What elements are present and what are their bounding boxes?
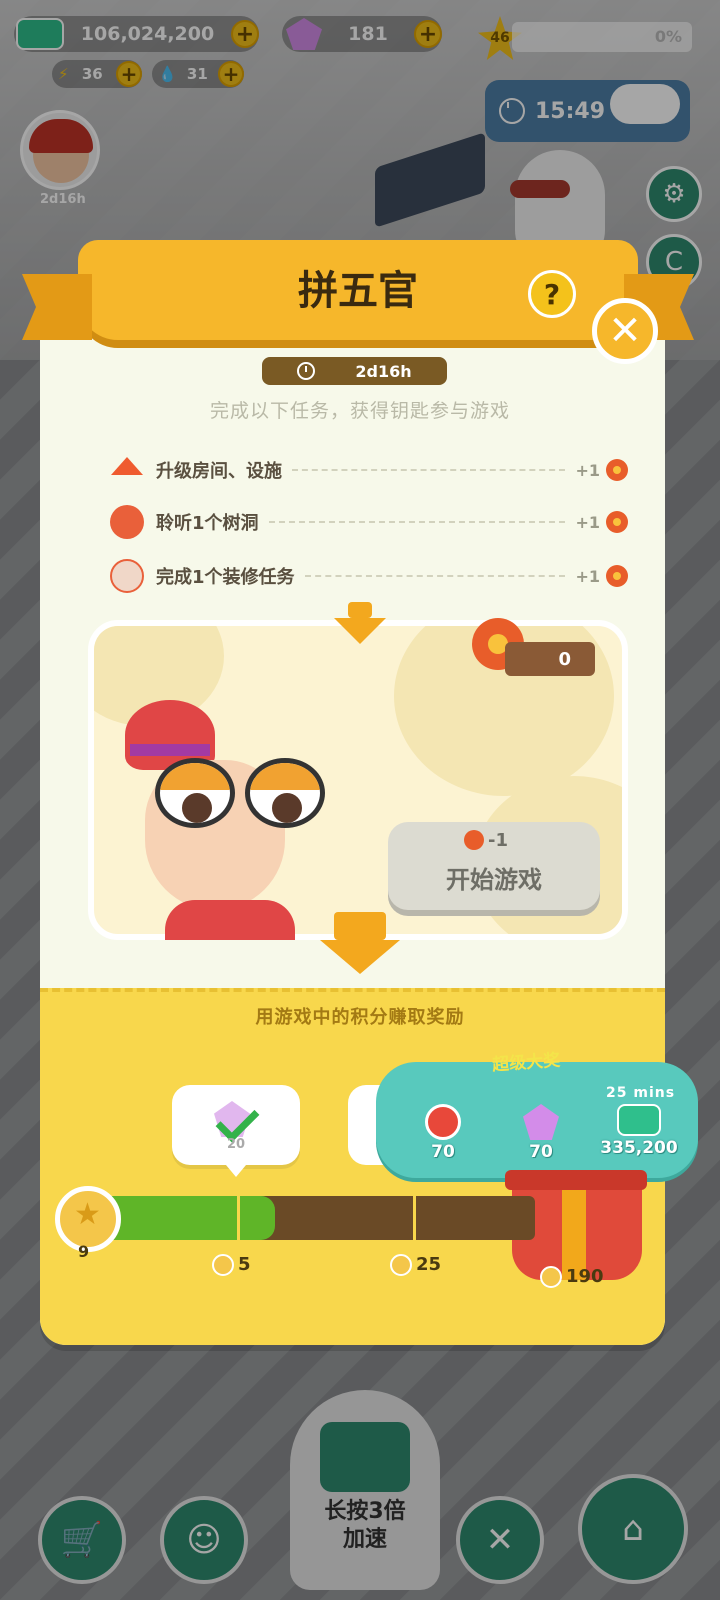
earn-rewards-label: 用游戏中的积分赚取奖励: [255, 1007, 465, 1028]
progress-fill: [95, 1196, 276, 1240]
current-points: 9: [78, 1242, 90, 1261]
task-row: 聆听1个树洞 +1: [108, 502, 628, 542]
milestone-label: 190: [566, 1266, 604, 1287]
character-body: [165, 900, 295, 940]
flower-icon: [425, 1104, 461, 1140]
prize-item: 335,200: [596, 1104, 682, 1158]
task-reward: +1: [575, 460, 600, 480]
prize-item: 70: [506, 1104, 576, 1162]
progress-tick: [237, 1196, 240, 1240]
task-divider: [268, 521, 566, 523]
clock-icon: [297, 362, 316, 380]
coin-icon: [212, 1254, 234, 1276]
down-arrow-icon: [334, 912, 386, 940]
event-countdown-value: 2d16h: [355, 361, 412, 381]
tree-hole-icon: [108, 503, 146, 541]
event-countdown: 2d16h: [262, 357, 447, 385]
milestone-label: 25: [416, 1254, 442, 1275]
points-progress-bar: [95, 1196, 535, 1240]
start-cost: -1: [488, 830, 508, 851]
super-prize-title: 超级大奖: [491, 1050, 561, 1076]
down-arrow-icon: [348, 602, 372, 618]
upgrade-arrow-icon: [108, 451, 146, 489]
super-prize-time: 25 mins: [606, 1085, 676, 1101]
task-label: 聆听1个树洞: [156, 513, 259, 534]
character-illustration: [105, 700, 355, 940]
reward-card-value: 20: [226, 1137, 246, 1152]
paint-roller-icon: [108, 557, 146, 595]
close-button[interactable]: ✕: [592, 298, 658, 364]
task-reward: +1: [575, 512, 600, 532]
keys-owned-value: 0: [558, 648, 571, 670]
reward-card[interactable]: 20: [172, 1085, 300, 1177]
milestone-label: 5: [238, 1254, 251, 1275]
prize-value: 70: [529, 1142, 553, 1162]
coin-icon: [540, 1266, 562, 1288]
prize-value: 335,200: [600, 1138, 678, 1158]
key-icon: [606, 511, 628, 533]
key-icon: [606, 459, 628, 481]
progress-tick: [413, 1196, 416, 1240]
task-label: 升级房间、设施: [156, 461, 282, 482]
key-icon: [606, 565, 628, 587]
prize-item: 70: [408, 1104, 478, 1162]
character-left-eye: [155, 758, 235, 828]
help-button[interactable]: ?: [528, 270, 576, 318]
gem-icon: [523, 1104, 559, 1140]
coin-icon: [390, 1254, 412, 1276]
down-arrow-icon: [320, 940, 400, 974]
task-label: 完成1个装修任务: [156, 567, 295, 588]
task-reward: +1: [575, 566, 600, 586]
down-arrow-icon: [334, 618, 386, 644]
task-divider: [292, 469, 566, 471]
gift-box-lid: [505, 1170, 647, 1190]
character-right-eye: [245, 758, 325, 828]
cash-icon: [617, 1104, 661, 1136]
task-row: 完成1个装修任务 +1: [108, 556, 628, 596]
keys-owned-counter: 0: [505, 642, 595, 676]
start-game-button[interactable]: -1 开始游戏: [388, 822, 600, 910]
character-hat-band: [130, 744, 210, 756]
task-row: 升级房间、设施 +1: [108, 450, 628, 490]
key-icon: [464, 830, 484, 850]
task-divider: [304, 575, 566, 577]
task-instruction: 完成以下任务，获得钥匙参与游戏: [209, 400, 510, 422]
prize-value: 70: [431, 1142, 455, 1162]
start-game-label: 开始游戏: [446, 866, 542, 894]
